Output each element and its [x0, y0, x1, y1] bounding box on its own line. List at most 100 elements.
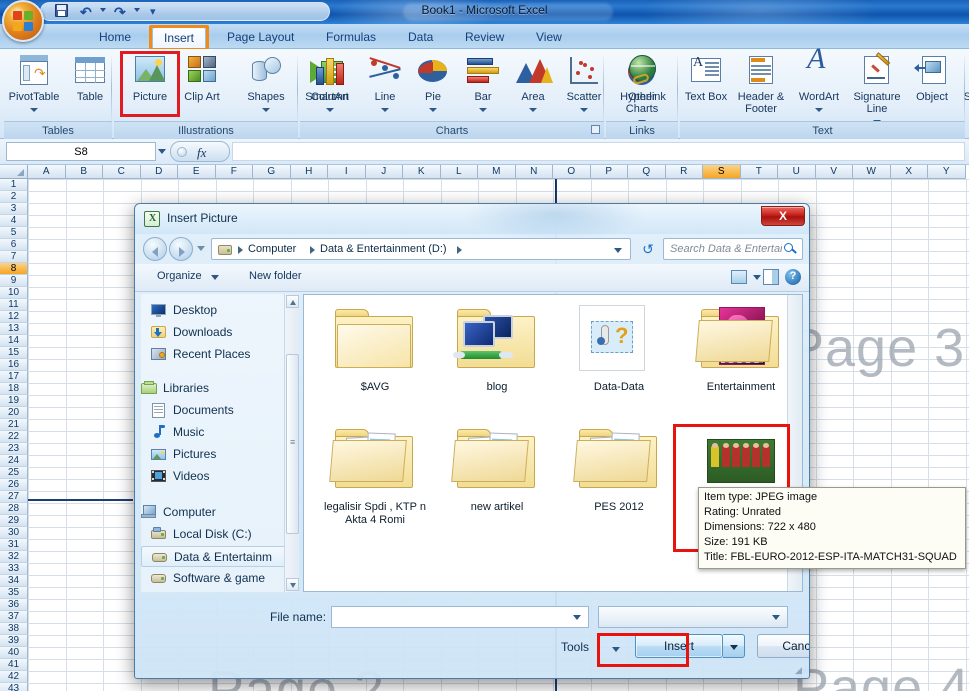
nav-item-local-disk-c[interactable]: Local Disk (C:)	[141, 524, 293, 545]
undo-dropdown-icon[interactable]	[100, 8, 106, 12]
file-item[interactable]: Entertainment	[682, 303, 800, 394]
ribbon-button-clip-art[interactable]: Clip Art	[180, 51, 224, 103]
row-header-23[interactable]: 23	[0, 443, 28, 455]
tools-button[interactable]: Tools	[561, 640, 589, 654]
scroll-up-icon[interactable]	[286, 295, 299, 308]
row-header-38[interactable]: 38	[0, 623, 28, 635]
ribbon-button-signature-line[interactable]: Signature Line	[848, 51, 906, 127]
insert-picture-dialog[interactable]: Insert Picture X Computer Data & Enterta…	[134, 203, 810, 679]
column-header-B[interactable]: B	[65, 165, 103, 179]
ribbon-button-dropdown-icon[interactable]	[381, 108, 389, 112]
row-header-17[interactable]: 17	[0, 371, 28, 383]
back-button[interactable]	[143, 237, 167, 261]
row-header-8[interactable]: 8	[0, 263, 28, 275]
row-header-16[interactable]: 16	[0, 359, 28, 371]
row-header-19[interactable]: 19	[0, 395, 28, 407]
file-name-dropdown-icon[interactable]	[573, 615, 581, 620]
column-header-C[interactable]: C	[103, 165, 141, 179]
row-header-22[interactable]: 22	[0, 431, 28, 443]
view-options-icon[interactable]	[731, 270, 747, 284]
ribbon-button-shapes[interactable]: Shapes	[238, 51, 294, 115]
ribbon-button-dropdown-icon[interactable]	[326, 108, 334, 112]
close-button[interactable]: X	[761, 206, 805, 226]
refresh-icon[interactable]: ↺	[637, 239, 659, 259]
column-header-M[interactable]: M	[478, 165, 516, 179]
row-header-18[interactable]: 18	[0, 383, 28, 395]
ribbon-button-text-box[interactable]: A Text Box	[682, 51, 730, 104]
file-item[interactable]: ? Data-Data	[560, 303, 678, 394]
preview-pane-icon[interactable]	[763, 269, 779, 285]
forward-button[interactable]	[169, 237, 193, 261]
ribbon-button-table[interactable]: Table	[62, 51, 118, 103]
insert-function-icon[interactable]: fx	[197, 145, 206, 161]
file-item[interactable]: blog	[438, 303, 556, 394]
nav-item-data-entertainm[interactable]: Data & Entertainm	[141, 546, 293, 567]
column-header-N[interactable]: N	[515, 165, 553, 179]
row-header-15[interactable]: 15	[0, 347, 28, 359]
nav-item-desktop[interactable]: Desktop	[141, 300, 293, 321]
file-item[interactable]: new artikel	[438, 423, 556, 514]
ribbon-button-dropdown-icon[interactable]	[479, 108, 487, 112]
row-header-25[interactable]: 25	[0, 467, 28, 479]
nav-item-libraries[interactable]: Libraries	[141, 378, 293, 399]
row-header-36[interactable]: 36	[0, 599, 28, 611]
office-button[interactable]	[2, 0, 44, 42]
ribbon-button-dropdown-icon[interactable]	[580, 108, 588, 112]
row-header-28[interactable]: 28	[0, 503, 28, 515]
row-header-43[interactable]: 43	[0, 683, 28, 691]
row-header-3[interactable]: 3	[0, 203, 28, 215]
address-dropdown-icon[interactable]	[614, 248, 622, 253]
column-header-Q[interactable]: Q	[628, 165, 666, 179]
column-header-G[interactable]: G	[253, 165, 291, 179]
address-bar[interactable]: Computer Data & Entertainment (D:)	[211, 238, 631, 260]
ribbon-tab-page-layout[interactable]: Page Layout	[216, 27, 305, 48]
column-header-T[interactable]: T	[740, 165, 778, 179]
column-header-O[interactable]: O	[553, 165, 591, 179]
navigation-pane[interactable]: Desktop Downloads Recent Places Libraries Do…	[141, 294, 299, 592]
file-type-dropdown-icon[interactable]	[772, 615, 780, 620]
column-header-R[interactable]: R	[665, 165, 703, 179]
column-header-X[interactable]: X	[890, 165, 928, 179]
redo-dropdown-icon[interactable]	[134, 8, 140, 12]
column-header-W[interactable]: W	[853, 165, 891, 179]
tools-caret-icon[interactable]	[612, 647, 620, 652]
nav-item-computer[interactable]: Computer	[141, 502, 293, 523]
ribbon-tab-data[interactable]: Data	[397, 27, 444, 48]
ribbon-button-column[interactable]: Column	[302, 51, 358, 115]
row-header-4[interactable]: 4	[0, 215, 28, 227]
row-header-42[interactable]: 42	[0, 671, 28, 683]
ribbon-button-bar[interactable]: Bar	[460, 51, 506, 115]
name-box[interactable]: S8	[6, 142, 156, 161]
file-item[interactable]: PES 2012	[560, 423, 678, 514]
row-header-6[interactable]: 6	[0, 239, 28, 251]
recent-locations-icon[interactable]	[197, 246, 205, 251]
search-box[interactable]: Search Data & Entertainment ...	[663, 238, 803, 260]
ribbon-button-object[interactable]: Object	[908, 51, 956, 103]
column-header-A[interactable]: A	[28, 165, 66, 179]
column-header-I[interactable]: I	[328, 165, 366, 179]
breadcrumb-drive[interactable]: Data & Entertainment (D:)	[320, 243, 447, 255]
ribbon-button-dropdown-icon[interactable]	[815, 108, 823, 112]
column-header-J[interactable]: J	[365, 165, 403, 179]
cancel-button[interactable]: Cancel	[757, 634, 809, 658]
nav-item-downloads[interactable]: Downloads	[141, 322, 293, 343]
column-header-E[interactable]: E	[178, 165, 216, 179]
file-name-input[interactable]	[331, 606, 589, 628]
navigation-scrollbar[interactable]	[284, 294, 299, 592]
column-header-F[interactable]: F	[215, 165, 253, 179]
row-header-5[interactable]: 5	[0, 227, 28, 239]
nav-item-videos[interactable]: Videos	[141, 466, 293, 487]
row-header-7[interactable]: 7	[0, 251, 28, 263]
formula-input[interactable]	[232, 142, 965, 161]
ribbon-button-header-footer[interactable]: Header & Footer	[732, 51, 790, 115]
view-options-caret-icon[interactable]	[753, 275, 761, 280]
save-icon[interactable]	[54, 4, 70, 18]
ribbon-tab-view[interactable]: View	[525, 27, 573, 48]
column-header-L[interactable]: L	[440, 165, 478, 179]
customize-qat-icon[interactable]: ▾	[150, 5, 156, 18]
scrollbar-thumb[interactable]	[286, 354, 299, 534]
row-header-11[interactable]: 11	[0, 299, 28, 311]
row-header-2[interactable]: 2	[0, 191, 28, 203]
ribbon-tab-home[interactable]: Home	[88, 27, 142, 48]
row-header-27[interactable]: 27	[0, 491, 28, 503]
